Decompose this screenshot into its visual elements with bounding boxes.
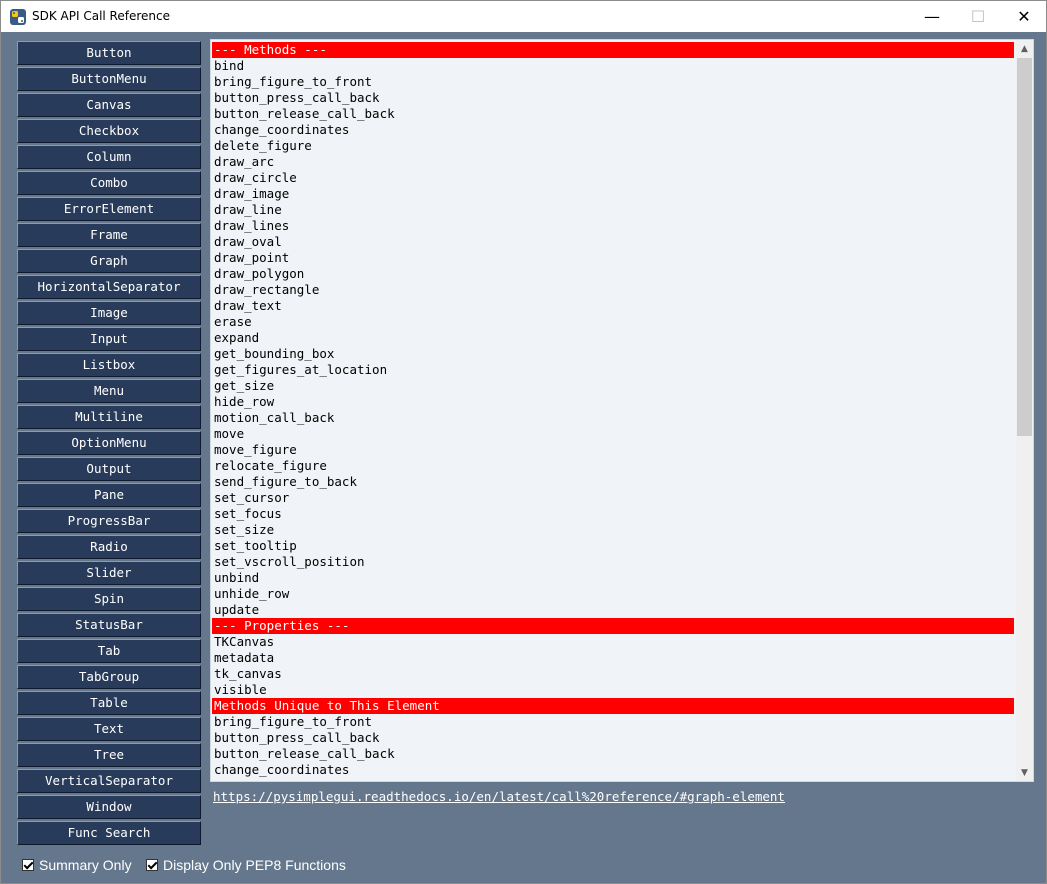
tree-button[interactable]: Tree	[17, 743, 201, 767]
checkbox-button[interactable]: Checkbox	[17, 119, 201, 143]
pep8-only-label: Display Only PEP8 Functions	[163, 857, 346, 873]
optionmenu-button[interactable]: OptionMenu	[17, 431, 201, 455]
pep8-only-checkbox[interactable]: Display Only PEP8 Functions	[146, 857, 346, 873]
pane-button[interactable]: Pane	[17, 483, 201, 507]
progressbar-button[interactable]: ProgressBar	[17, 509, 201, 533]
list-item[interactable]: draw_line	[212, 202, 1014, 218]
list-item[interactable]: bring_figure_to_front	[212, 74, 1014, 90]
title-bar[interactable]: SDK API Call Reference — ☐ ✕	[1, 1, 1046, 32]
list-item[interactable]: move_figure	[212, 442, 1014, 458]
list-item[interactable]: send_figure_to_back	[212, 474, 1014, 490]
list-item[interactable]: unbind	[212, 570, 1014, 586]
listbox-button[interactable]: Listbox	[17, 353, 201, 377]
list-item[interactable]: change_coordinates	[212, 762, 1014, 778]
list-item[interactable]: update	[212, 602, 1014, 618]
button-button[interactable]: Button	[17, 41, 201, 65]
api-listbox[interactable]: --- Methods --- bind bring_figure_to_front…	[210, 39, 1034, 782]
horizontalseparator-button[interactable]: HorizontalSeparator	[17, 275, 201, 299]
scrollbar-thumb[interactable]	[1017, 58, 1032, 436]
list-item[interactable]: bring_figure_to_front	[212, 714, 1014, 730]
list-item[interactable]: erase	[212, 314, 1014, 330]
list-item[interactable]: set_focus	[212, 506, 1014, 522]
tabgroup-button[interactable]: TabGroup	[17, 665, 201, 689]
spin-button[interactable]: Spin	[17, 587, 201, 611]
list-item[interactable]: get_bounding_box	[212, 346, 1014, 362]
multiline-button[interactable]: Multiline	[17, 405, 201, 429]
graph-button[interactable]: Graph	[17, 249, 201, 273]
list-item[interactable]: draw_oval	[212, 234, 1014, 250]
close-button[interactable]: ✕	[1001, 1, 1046, 32]
list-item[interactable]: draw_arc	[212, 154, 1014, 170]
checkbox-checked-icon[interactable]	[22, 859, 34, 871]
text-button[interactable]: Text	[17, 717, 201, 741]
checkbox-checked-icon[interactable]	[146, 859, 158, 871]
list-item[interactable]: set_size	[212, 522, 1014, 538]
list-item[interactable]: unhide_row	[212, 586, 1014, 602]
window-title: SDK API Call Reference	[32, 9, 170, 23]
list-item[interactable]: motion_call_back	[212, 410, 1014, 426]
slider-button[interactable]: Slider	[17, 561, 201, 585]
summary-only-checkbox[interactable]: Summary Only	[22, 857, 132, 873]
statusbar-button[interactable]: StatusBar	[17, 613, 201, 637]
list-item[interactable]: change_coordinates	[212, 122, 1014, 138]
listbox-scrollbar[interactable]: ▲ ▼	[1016, 40, 1033, 781]
scroll-down-arrow-icon[interactable]: ▼	[1016, 764, 1033, 781]
table-button[interactable]: Table	[17, 691, 201, 715]
func-search-button[interactable]: Func Search	[17, 821, 201, 845]
minimize-button[interactable]: —	[909, 1, 955, 32]
list-item[interactable]: draw_point	[212, 250, 1014, 266]
section-header-row[interactable]: --- Properties ---	[212, 618, 1014, 634]
output-button[interactable]: Output	[17, 457, 201, 481]
buttonmenu-button[interactable]: ButtonMenu	[17, 67, 201, 91]
summary-only-label: Summary Only	[39, 857, 132, 873]
list-item[interactable]: draw_polygon	[212, 266, 1014, 282]
list-item[interactable]: button_release_call_back	[212, 746, 1014, 762]
verticalseparator-button[interactable]: VerticalSeparator	[17, 769, 201, 793]
list-item[interactable]: relocate_figure	[212, 458, 1014, 474]
list-item[interactable]: draw_circle	[212, 170, 1014, 186]
list-item[interactable]: metadata	[212, 650, 1014, 666]
tab-button[interactable]: Tab	[17, 639, 201, 663]
list-item[interactable]: button_press_call_back	[212, 90, 1014, 106]
scroll-up-arrow-icon[interactable]: ▲	[1016, 40, 1033, 57]
list-item[interactable]: tk_canvas	[212, 666, 1014, 682]
list-item[interactable]: bind	[212, 58, 1014, 74]
input-button[interactable]: Input	[17, 327, 201, 351]
list-item[interactable]: set_tooltip	[212, 538, 1014, 554]
column-button[interactable]: Column	[17, 145, 201, 169]
list-item[interactable]: draw_text	[212, 298, 1014, 314]
python-logo-icon	[10, 9, 26, 25]
list-item[interactable]: set_cursor	[212, 490, 1014, 506]
frame-button[interactable]: Frame	[17, 223, 201, 247]
section-header-row[interactable]: Methods Unique to This Element	[212, 698, 1014, 714]
window-button[interactable]: Window	[17, 795, 201, 819]
list-item[interactable]: delete_figure	[212, 138, 1014, 154]
list-item[interactable]: hide_row	[212, 394, 1014, 410]
errorelement-button[interactable]: ErrorElement	[17, 197, 201, 221]
listbox-rows: --- Methods --- bind bring_figure_to_front…	[212, 42, 1014, 778]
image-button[interactable]: Image	[17, 301, 201, 325]
list-item[interactable]: set_vscroll_position	[212, 554, 1014, 570]
list-item[interactable]: TKCanvas	[212, 634, 1014, 650]
list-item[interactable]: expand	[212, 330, 1014, 346]
menu-button[interactable]: Menu	[17, 379, 201, 403]
list-item[interactable]: get_size	[212, 378, 1014, 394]
canvas-button[interactable]: Canvas	[17, 93, 201, 117]
section-header-row[interactable]: --- Methods ---	[212, 42, 1014, 58]
list-item[interactable]: button_press_call_back	[212, 730, 1014, 746]
list-item[interactable]: get_figures_at_location	[212, 362, 1014, 378]
documentation-link[interactable]: https://pysimplegui.readthedocs.io/en/la…	[213, 789, 785, 804]
list-item[interactable]: draw_image	[212, 186, 1014, 202]
element-button-column: Button ButtonMenu Canvas Checkbox Column Comb…	[17, 41, 201, 847]
app-window: SDK API Call Reference — ☐ ✕ Button Butto…	[0, 0, 1047, 884]
list-item[interactable]: draw_rectangle	[212, 282, 1014, 298]
list-item[interactable]: visible	[212, 682, 1014, 698]
radio-button[interactable]: Radio	[17, 535, 201, 559]
list-item[interactable]: move	[212, 426, 1014, 442]
list-item[interactable]: draw_lines	[212, 218, 1014, 234]
combo-button[interactable]: Combo	[17, 171, 201, 195]
list-item[interactable]: button_release_call_back	[212, 106, 1014, 122]
maximize-button[interactable]: ☐	[955, 1, 1001, 32]
